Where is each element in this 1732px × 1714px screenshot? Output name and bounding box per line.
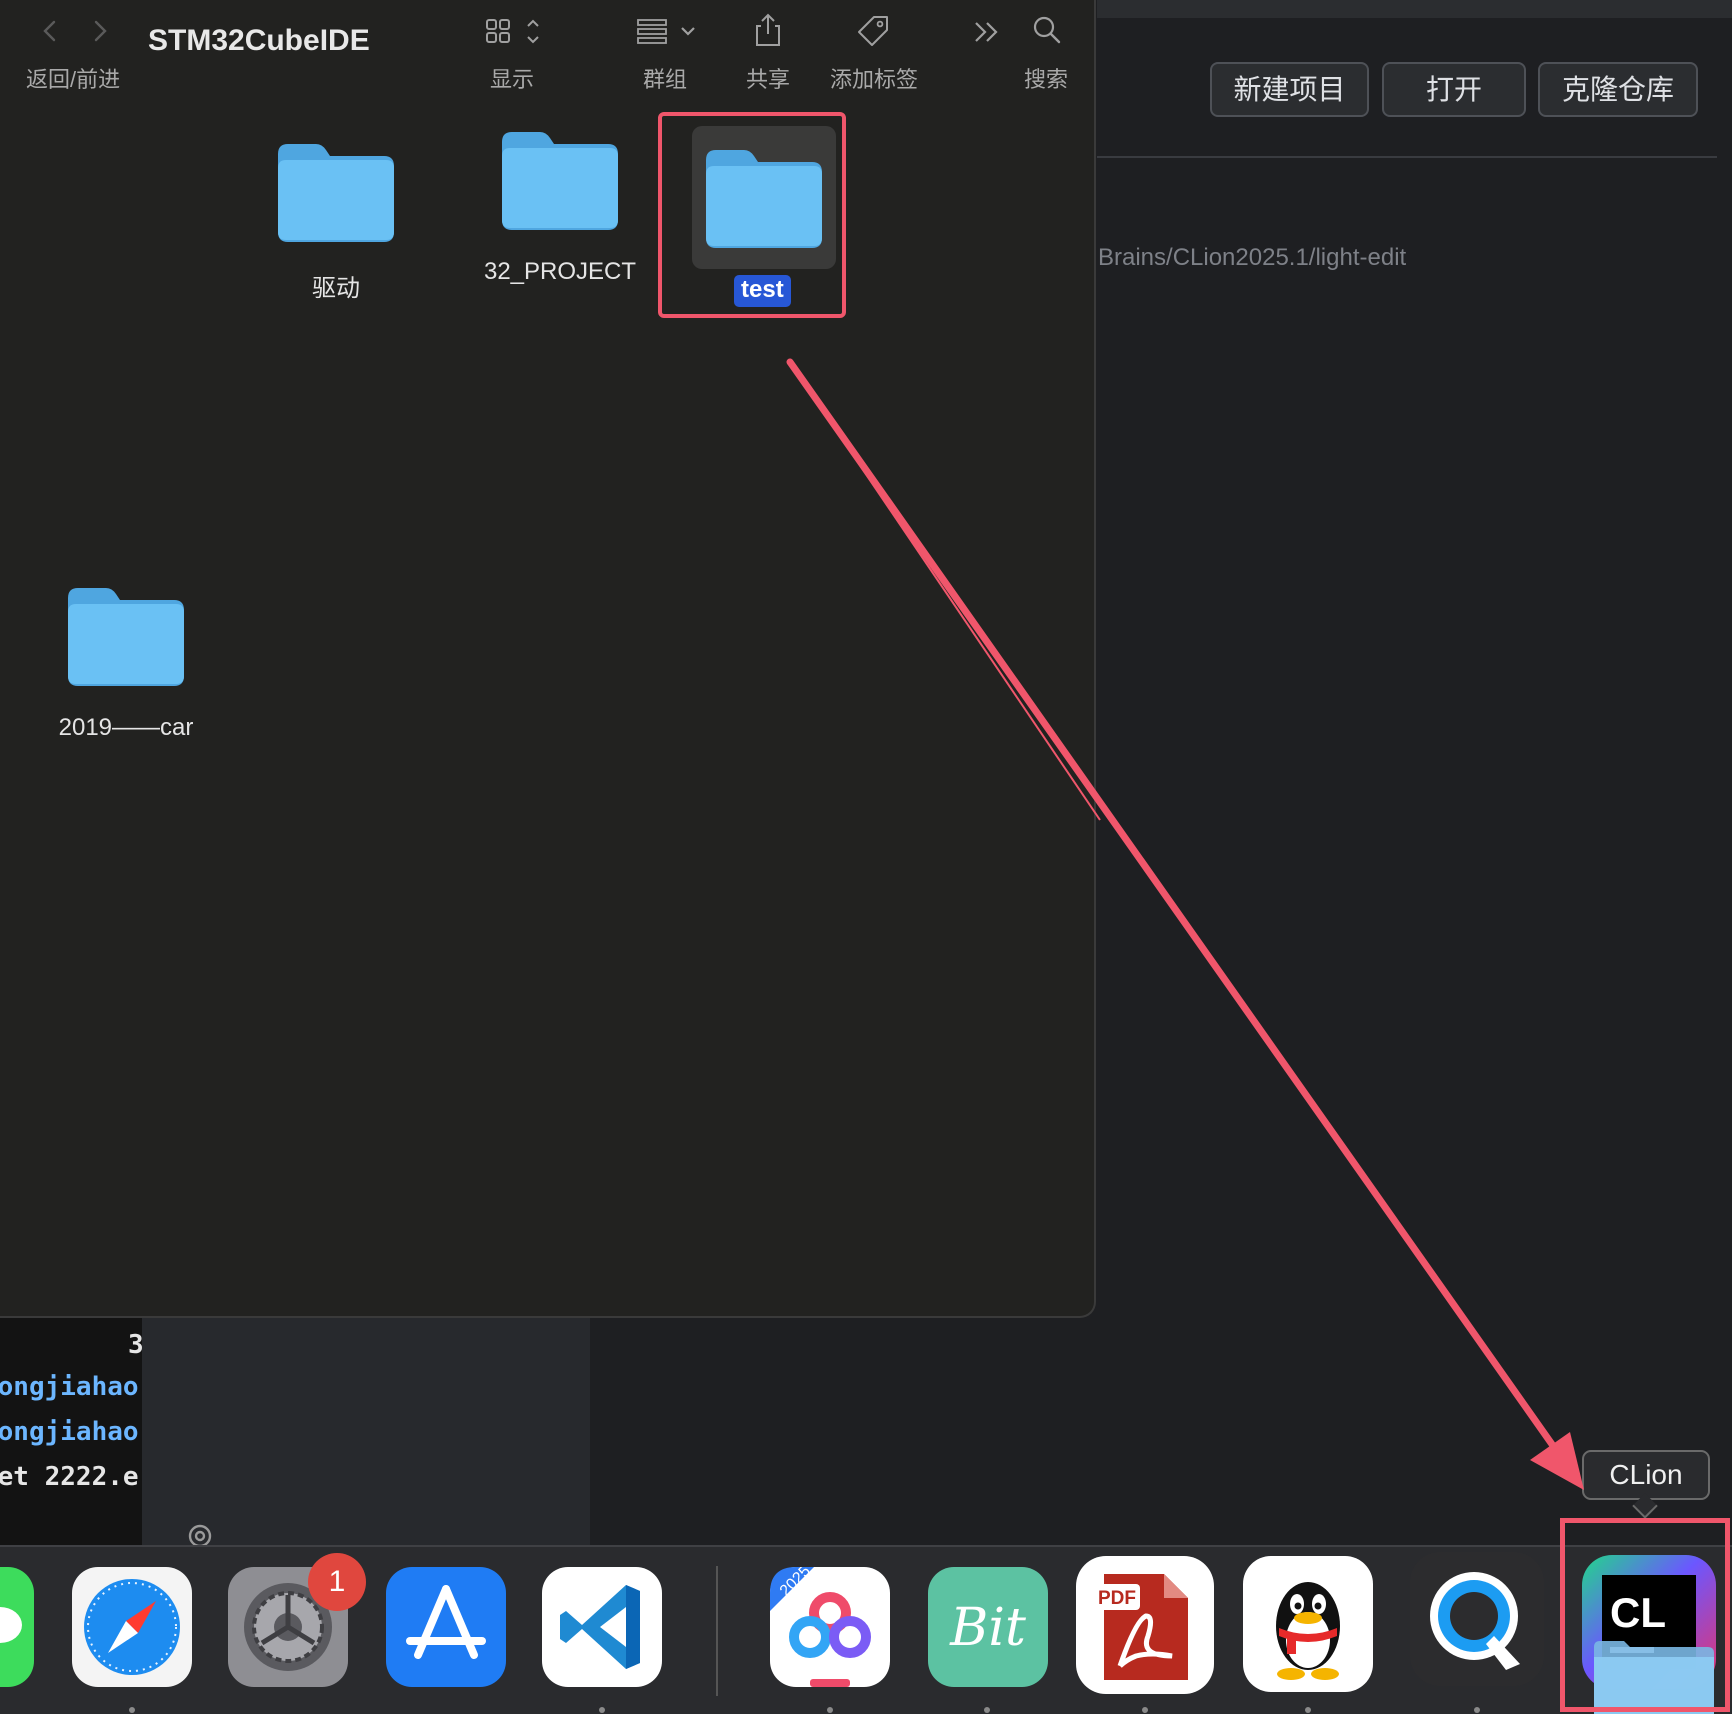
running-indicator [1142, 1707, 1148, 1713]
gear-icon[interactable] [186, 1522, 214, 1546]
dock-separator [716, 1566, 718, 1696]
running-indicator [599, 1707, 605, 1713]
open-button[interactable]: 打开 [1382, 62, 1526, 117]
running-indicator [129, 1707, 135, 1713]
add-tag-label: 添加标签 [830, 67, 919, 92]
grid-view-icon[interactable] [484, 16, 544, 48]
app-store-icon[interactable] [386, 1567, 506, 1687]
folder-icon [68, 588, 184, 686]
quicktime-icon[interactable] [1410, 1552, 1544, 1686]
qq-icon[interactable] [1243, 1556, 1373, 1692]
terminal-fragment: 1 3 longjiahao longjiahao get 2222.e [0, 1300, 142, 1545]
clion-divider [1097, 156, 1717, 158]
back-chevron-icon[interactable] [40, 18, 60, 44]
back-forward-label: 返回/前进 [26, 67, 121, 92]
new-project-button[interactable]: 新建项目 [1210, 62, 1369, 117]
chevron-double-right-icon[interactable] [972, 20, 1002, 44]
vscode-icon[interactable] [542, 1567, 662, 1687]
clion-title-bar [1097, 0, 1732, 18]
finder-dialog: 返回/前进 STM32CubeIDE 显示 群组 共享 添加标签 搜索 驱动 3… [0, 0, 1096, 1318]
folder-name[interactable]: 2019——car [36, 714, 216, 742]
tag-icon[interactable] [856, 14, 890, 48]
group-icon[interactable] [636, 16, 700, 48]
annotation-highlight-box [1560, 1518, 1730, 1712]
folder-item[interactable] [500, 128, 620, 237]
search-icon[interactable] [1032, 14, 1062, 46]
running-indicator [1474, 1707, 1480, 1713]
running-indicator [1305, 1707, 1311, 1713]
folder-item[interactable] [66, 584, 186, 693]
screen: 新建项目 打开 克隆仓库 Brains/CLion2025.1/light-ed… [0, 0, 1732, 1714]
view-label: 显示 [490, 67, 535, 92]
editor-panel [142, 1300, 590, 1545]
annotation-highlight-box [658, 112, 846, 318]
dock-tooltip: CLion [1582, 1450, 1710, 1500]
clone-repo-button[interactable]: 克隆仓库 [1538, 62, 1698, 117]
bit-app-label: Bit [949, 1598, 1026, 1658]
folder-name[interactable]: 32_PROJECT [470, 258, 650, 286]
running-indicator [984, 1707, 990, 1713]
share-icon[interactable] [754, 12, 782, 48]
pdf-reader-icon[interactable]: PDF [1076, 1556, 1214, 1694]
messages-icon[interactable] [0, 1567, 36, 1687]
pdf-reader-label: PDF [1098, 1588, 1136, 1609]
bit-app-icon[interactable]: Bit [928, 1567, 1048, 1687]
folder-icon [502, 132, 618, 230]
forward-chevron-icon[interactable] [90, 18, 110, 44]
terminal-line: longjiahao [0, 1417, 139, 1447]
terminal-line: 3 [128, 1330, 142, 1360]
finder-title: STM32CubeIDE [148, 24, 370, 57]
notification-badge: 1 [308, 1553, 366, 1611]
share-label: 共享 [746, 67, 791, 92]
group-label: 群组 [643, 67, 688, 92]
search-label: 搜索 [1024, 67, 1069, 92]
running-indicator [827, 1707, 833, 1713]
baidu-netdisk-icon[interactable]: 2025 [770, 1567, 890, 1687]
folder-name[interactable]: 驱动 [276, 268, 396, 303]
terminal-line: get 2222.e [0, 1462, 139, 1492]
folder-icon [278, 144, 394, 242]
safari-icon[interactable] [72, 1567, 192, 1687]
folder-item[interactable] [276, 140, 396, 249]
terminal-line: longjiahao [0, 1372, 139, 1402]
recent-project-path[interactable]: Brains/CLion2025.1/light-edit [1098, 244, 1406, 272]
